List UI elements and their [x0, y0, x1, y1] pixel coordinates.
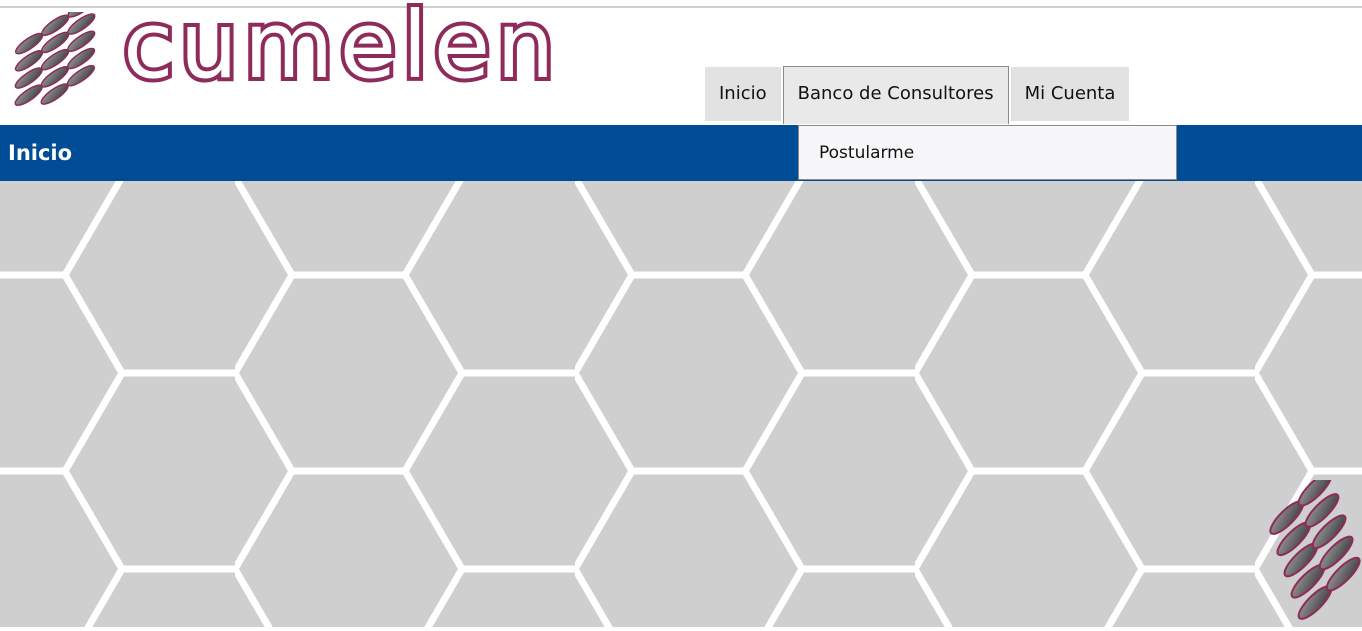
nav-item-inicio[interactable]: Inicio: [705, 67, 781, 121]
main-nav: Inicio Banco de Consultores Mi Cuenta: [705, 66, 1131, 124]
logo-wordmark: cumelen: [119, 0, 561, 99]
scale-pattern-icon: [1255, 471, 1362, 627]
banco-consultores-dropdown: Postularme: [798, 125, 1177, 180]
dropdown-item-postularme[interactable]: Postularme: [819, 126, 914, 181]
page-title: Inicio: [8, 141, 73, 165]
nav-item-mi-cuenta[interactable]: Mi Cuenta: [1010, 67, 1130, 121]
cumelen-logo[interactable]: cumelen: [5, 0, 665, 112]
hexagon-background: [0, 181, 1362, 627]
scale-pattern-icon: [14, 12, 96, 107]
nav-item-banco-de-consultores[interactable]: Banco de Consultores: [782, 66, 1009, 124]
